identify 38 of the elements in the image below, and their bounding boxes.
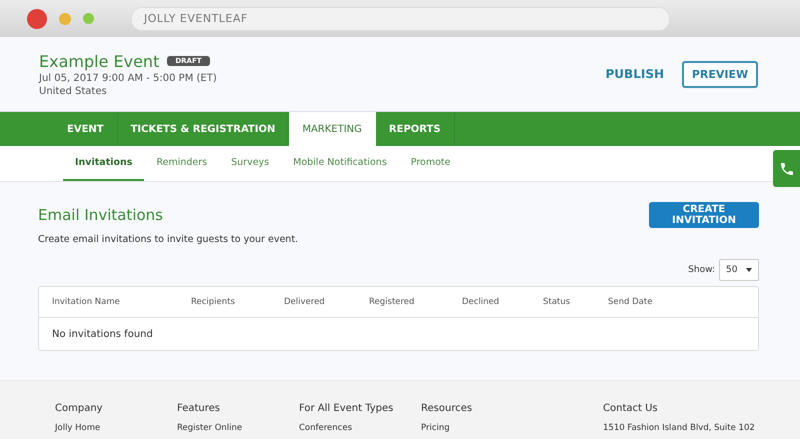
footer-heading: Contact Us — [603, 403, 659, 414]
sub-tab[interactable]: Surveys — [219, 146, 282, 181]
create-invitation-button[interactable]: CREATE INVITATION — [649, 202, 759, 228]
nav-tab[interactable]: MARKETING — [289, 112, 376, 146]
sub-tab[interactable]: Mobile Notifications — [281, 146, 399, 181]
sub-tab[interactable]: Invitations — [63, 146, 144, 181]
footer-link[interactable]: Pricing — [421, 423, 603, 433]
phone-tab[interactable] — [773, 150, 800, 187]
column-header: Delivered — [284, 297, 326, 307]
publish-button[interactable]: PUBLISH — [600, 66, 670, 82]
address-bar[interactable]: JOLLY EVENTLEAF — [131, 6, 670, 30]
footer-link[interactable]: 1510 Fashion Island Blvd, Suite 102 — [603, 423, 800, 433]
sub-tab[interactable]: Reminders — [144, 146, 220, 181]
column-header: Recipients — [191, 297, 236, 307]
event-date: Jul 05, 2017 9:00 AM - 5:00 PM (ET) — [39, 72, 217, 84]
caret-icon — [746, 268, 752, 272]
preview-button[interactable]: PREVIEW — [682, 60, 758, 88]
footer-heading: For All Event Types — [299, 403, 394, 414]
event-location: United States — [39, 86, 108, 96]
footer-heading: Features — [177, 403, 221, 414]
column-header: Declined — [462, 297, 500, 307]
empty-message: No invitations found — [52, 328, 153, 340]
close-button[interactable] — [27, 8, 47, 28]
footer-heading: Resources — [421, 403, 474, 414]
footer-heading: Company — [55, 403, 104, 414]
sub-tab[interactable]: Promote — [398, 146, 462, 181]
column-header: Status — [543, 297, 572, 307]
footer-link[interactable]: Register Online — [177, 423, 299, 433]
event-title: Example Event — [39, 52, 160, 70]
footer-link[interactable]: Conferences — [299, 423, 421, 433]
section-title: Email Invitations — [38, 206, 163, 224]
section-description: Create email invitations to invite guests to your event. — [38, 234, 300, 245]
column-header: Send Date — [608, 297, 654, 307]
show-label: Show: — [688, 265, 715, 275]
page-size-select[interactable]: 50 — [719, 259, 759, 281]
footer-link[interactable]: Jolly Home — [55, 423, 177, 433]
column-header: Registered — [369, 297, 416, 307]
column-header: Invitation Name — [52, 297, 121, 307]
